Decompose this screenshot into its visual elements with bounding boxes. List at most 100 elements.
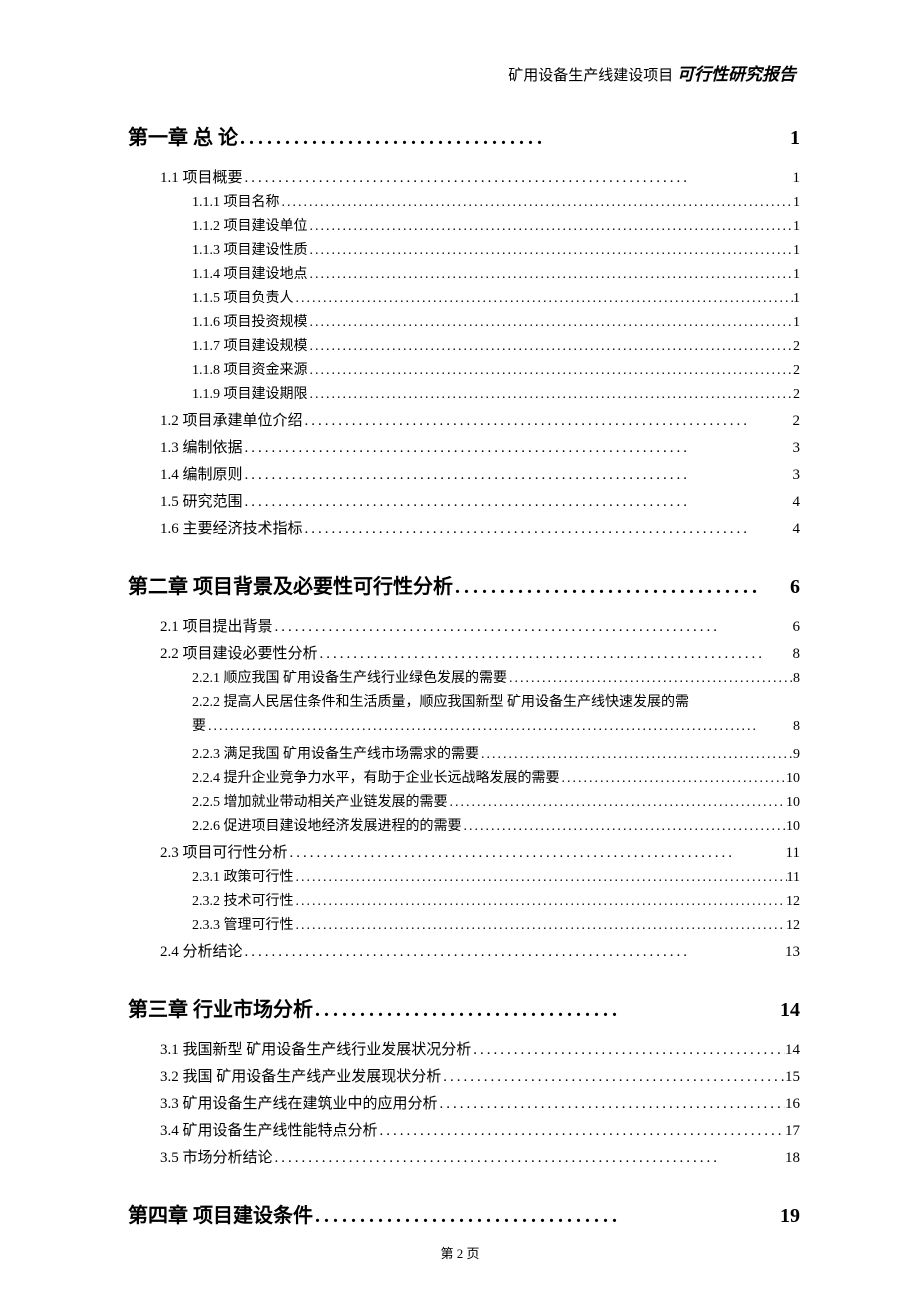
toc-leader-dots: ........................................…: [243, 467, 793, 484]
toc-label: 3.1 我国新型 矿用设备生产线行业发展状况分析: [160, 1038, 471, 1059]
toc-entry: 1.5 研究范围................................…: [160, 490, 800, 511]
toc-label: 3.5 市场分析结论: [160, 1146, 273, 1167]
toc-label: 1.1.4 项目建设地点: [192, 263, 308, 283]
toc-page-number: 17: [785, 1123, 800, 1140]
toc-leader-dots: ........................................…: [438, 1096, 785, 1113]
toc-leader-dots: ........................................…: [243, 944, 785, 961]
toc-label: 2.4 分析结论: [160, 940, 243, 961]
toc-page-number: 10: [786, 819, 800, 835]
toc-label: 3.3 矿用设备生产线在建筑业中的应用分析: [160, 1092, 438, 1113]
toc-entry: 2.3.1 政策可行性.............................…: [192, 866, 800, 886]
toc-entry: 2.4 分析结论................................…: [160, 940, 800, 961]
toc-entry: 2.2.6 促进项目建设地经济发展进程的的需要.................…: [192, 815, 800, 835]
toc-label: 第四章 项目建设条件: [128, 1199, 313, 1228]
toc-leader-dots: ........................................…: [294, 291, 794, 307]
toc-page-number: 11: [786, 845, 800, 862]
toc-label: 2.3.2 技术可行性: [192, 890, 294, 910]
toc-entry: 第四章 项目建设条件..............................…: [128, 1199, 800, 1228]
toc-leader-dots: ........................................…: [288, 845, 786, 862]
toc-entry: 2.2.5 增加就业带动相关产业链发展的需要..................…: [192, 791, 800, 811]
toc-page-number: 4: [793, 494, 801, 511]
toc-page-number: 1: [793, 243, 800, 259]
toc-entry: 1.1.7 项目建设规模............................…: [192, 335, 800, 355]
toc-entry: 第一章 总 论.................................…: [128, 121, 800, 150]
toc-page-number: 8: [793, 646, 801, 663]
toc-page-number: 14: [780, 999, 800, 1022]
toc-entry: 2.2.3 满足我国 矿用设备生产线市场需求的需要...............…: [192, 743, 800, 763]
toc-label: 2.2 项目建设必要性分析: [160, 642, 318, 663]
page-header: 矿用设备生产线建设项目 可行性研究报告: [128, 60, 800, 85]
toc-label: 1.1.6 项目投资规模: [192, 311, 308, 331]
toc-entry-line2: 要.......................................…: [192, 715, 800, 739]
toc-page-number: 2: [793, 339, 800, 355]
toc-label: 第一章 总 论: [128, 121, 238, 150]
toc-leader-dots: ........................................…: [308, 267, 794, 283]
toc-entry: 2.2.4 提升企业竞争力水平，有助于企业长远战略发展的需要..........…: [192, 767, 800, 787]
toc-page-number: 1: [793, 219, 800, 235]
toc-leader-dots: ........................................…: [243, 494, 793, 511]
toc-page-number: 10: [786, 795, 800, 811]
toc-label: 2.2.6 促进项目建设地经济发展进程的的需要: [192, 815, 462, 835]
toc-label: 1.3 编制依据: [160, 436, 243, 457]
toc-entry: 1.4 编制原则................................…: [160, 463, 800, 484]
toc-leader-dots: ..................................: [313, 999, 780, 1022]
toc-label: 2.3.1 政策可行性: [192, 866, 294, 886]
toc-leader-dots: ........................................…: [243, 170, 793, 187]
toc-label: 2.1 项目提出背景: [160, 615, 273, 636]
toc-leader-dots: ..................................: [313, 1205, 780, 1228]
toc-label: 2.2.4 提升企业竞争力水平，有助于企业长远战略发展的需要: [192, 767, 560, 787]
toc-entry: 1.1.9 项目建设期限............................…: [192, 383, 800, 403]
toc-entry: 3.5 市场分析结论..............................…: [160, 1146, 800, 1167]
toc-leader-dots: ........................................…: [308, 339, 794, 355]
toc-leader-dots: ........................................…: [378, 1123, 785, 1140]
toc-label: 1.2 项目承建单位介绍: [160, 409, 303, 430]
toc-label: 2.3.3 管理可行性: [192, 914, 294, 934]
toc-label: 2.2.3 满足我国 矿用设备生产线市场需求的需要: [192, 743, 479, 763]
toc-leader-dots: ........................................…: [308, 243, 794, 259]
table-of-contents: 第一章 总 论.................................…: [128, 121, 800, 1228]
toc-page-number: 8: [793, 715, 800, 739]
toc-leader-dots: ........................................…: [280, 195, 794, 211]
toc-label: 3.4 矿用设备生产线性能特点分析: [160, 1119, 378, 1140]
toc-entry: 2.2.2 提高人民居住条件和生活质量，顺应我国新型 矿用设备生产线快速发展的需…: [192, 691, 800, 739]
toc-page-number: 6: [790, 576, 800, 599]
toc-entry: 1.1.5 项目负责人.............................…: [192, 287, 800, 307]
toc-leader-dots: ........................................…: [318, 646, 793, 663]
toc-page-number: 18: [785, 1150, 800, 1167]
toc-page-number: 6: [793, 619, 801, 636]
toc-leader-dots: ..................................: [453, 576, 790, 599]
toc-leader-dots: ........................................…: [448, 795, 787, 811]
toc-entry: 3.2 我国 矿用设备生产线产业发展现状分析..................…: [160, 1065, 800, 1086]
toc-label: 1.1.9 项目建设期限: [192, 383, 308, 403]
toc-page-number: 19: [780, 1205, 800, 1228]
document-page: 矿用设备生产线建设项目 可行性研究报告 第一章 总 论.............…: [0, 0, 920, 1284]
toc-page-number: 11: [787, 870, 800, 886]
toc-entry: 2.2.1 顺应我国 矿用设备生产线行业绿色发展的需要.............…: [192, 667, 800, 687]
toc-entry: 1.1 项目概要................................…: [160, 166, 800, 187]
toc-label: 3.2 我国 矿用设备生产线产业发展现状分析: [160, 1065, 441, 1086]
toc-leader-dots: ........................................…: [303, 413, 793, 430]
toc-entry: 1.1.3 项目建设性质............................…: [192, 239, 800, 259]
toc-label: 1.1.5 项目负责人: [192, 287, 294, 307]
toc-page-number: 1: [793, 315, 800, 331]
toc-page-number: 8: [793, 671, 800, 687]
toc-entry: 1.1.4 项目建设地点............................…: [192, 263, 800, 283]
toc-entry: 1.1.1 项目名称..............................…: [192, 191, 800, 211]
toc-leader-dots: ........................................…: [273, 1150, 785, 1167]
toc-page-number: 10: [786, 771, 800, 787]
toc-entry: 1.6 主要经济技术指标............................…: [160, 517, 800, 538]
toc-label: 第三章 行业市场分析: [128, 993, 313, 1022]
toc-page-number: 1: [793, 170, 801, 187]
toc-page-number: 3: [793, 440, 801, 457]
toc-leader-dots: ........................................…: [471, 1042, 785, 1059]
toc-leader-dots: ........................................…: [308, 363, 794, 379]
toc-leader-dots: ........................................…: [294, 870, 787, 886]
toc-page-number: 2: [793, 363, 800, 379]
toc-leader-dots: ........................................…: [308, 387, 794, 403]
toc-leader-dots: ........................................…: [308, 219, 794, 235]
toc-entry: 1.1.6 项目投资规模............................…: [192, 311, 800, 331]
toc-page-number: 1: [793, 195, 800, 211]
toc-page-number: 16: [785, 1096, 800, 1113]
toc-entry: 第三章 行业市场分析..............................…: [128, 993, 800, 1022]
header-title: 可行性研究报告: [677, 65, 796, 84]
